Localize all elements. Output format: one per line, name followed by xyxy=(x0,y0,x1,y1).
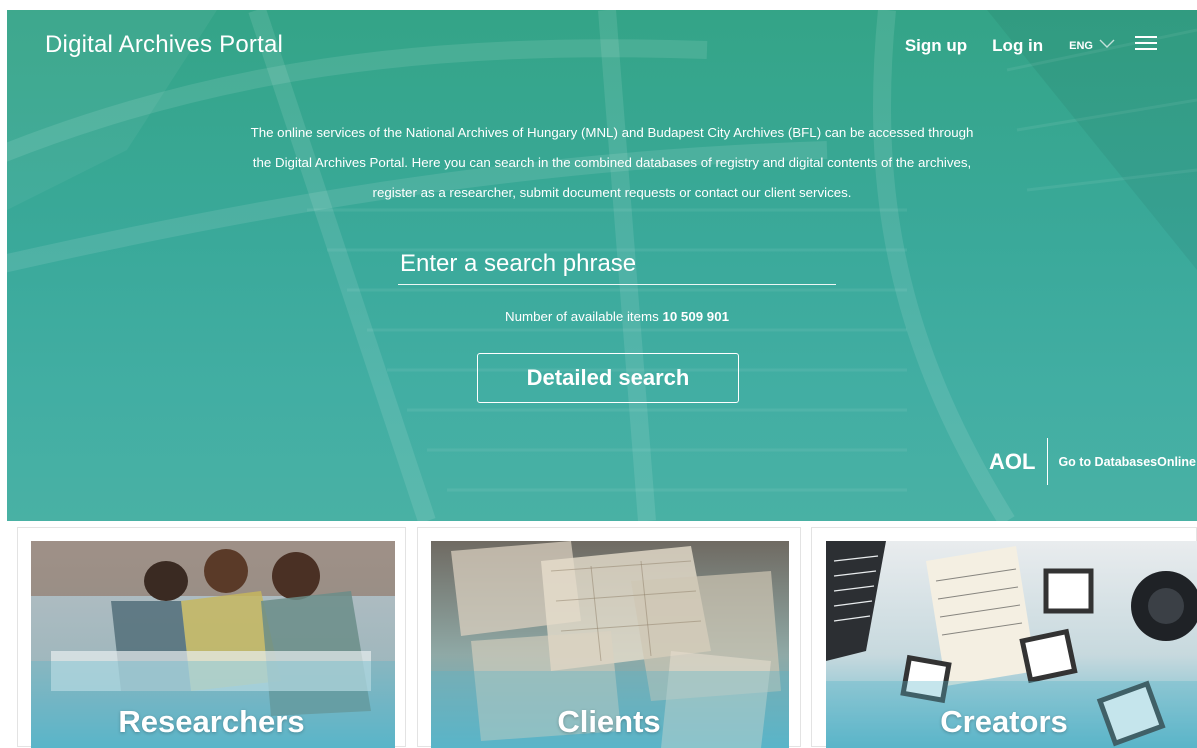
top-navigation: Sign up Log in ENG xyxy=(880,34,1157,57)
search-input[interactable] xyxy=(398,247,838,281)
language-label: ENG xyxy=(1069,39,1093,52)
intro-line: the Digital Archives Portal. Here you ca… xyxy=(252,155,972,170)
card-clients[interactable]: Clients xyxy=(417,527,801,748)
card-label: Clients xyxy=(557,704,661,739)
card-label: Creators xyxy=(940,704,1068,739)
card-researchers[interactable]: Researchers xyxy=(17,527,406,748)
item-count: Number of available items 10 509 901 xyxy=(398,309,836,324)
detailed-search-button[interactable]: Detailed search xyxy=(477,353,739,403)
hero-banner: Digital Archives Portal Sign up Log in E… xyxy=(7,10,1197,521)
language-selector[interactable]: ENG xyxy=(1069,39,1115,52)
intro-line: The online services of the National Arch… xyxy=(250,125,974,140)
intro-line: register as a researcher, submit documen… xyxy=(372,185,852,200)
signup-link[interactable]: Sign up xyxy=(905,36,967,56)
search-field xyxy=(398,247,838,285)
databases-online-link[interactable]: Go to DatabasesOnline xyxy=(1048,455,1196,469)
card-label: Researchers xyxy=(118,704,305,739)
chevron-down-icon xyxy=(1099,39,1115,52)
site-title[interactable]: Digital Archives Portal xyxy=(45,31,283,59)
login-link[interactable]: Log in xyxy=(992,36,1043,56)
aol-link[interactable]: AOL Go to DatabasesOnline xyxy=(989,438,1196,485)
card-creators[interactable]: Creators xyxy=(811,527,1197,748)
item-count-value: 10 509 901 xyxy=(662,309,729,324)
aol-logo: AOL xyxy=(989,438,1049,485)
intro-text: The online services of the National Arch… xyxy=(157,118,1067,208)
item-count-label: Number of available items xyxy=(505,309,659,324)
hamburger-menu-icon[interactable] xyxy=(1135,34,1157,57)
